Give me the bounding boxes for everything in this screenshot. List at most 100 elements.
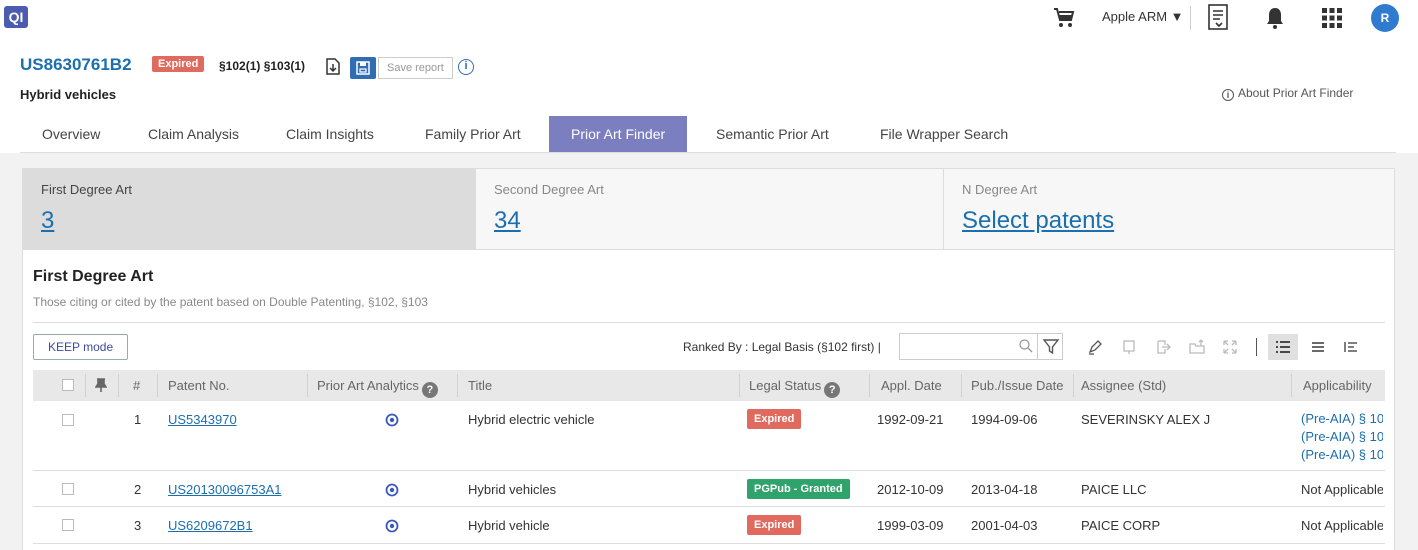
pub-date: 2001-04-03 <box>971 518 1038 533</box>
column-divider <box>739 374 740 397</box>
apps-grid-icon[interactable] <box>1321 7 1343 29</box>
divider <box>33 322 1385 323</box>
col-header-legal-status[interactable]: Legal Status? <box>749 370 841 401</box>
select-all-checkbox[interactable] <box>62 379 74 391</box>
applicability-link[interactable]: (Pre-AIA) § 102 <box>1301 410 1383 428</box>
about-prior-art-finder-link[interactable]: i About Prior Art Finder <box>1222 86 1353 101</box>
floppy-icon <box>356 61 370 75</box>
bell-icon[interactable] <box>1265 6 1285 30</box>
first-degree-count[interactable]: 3 <box>41 207 54 235</box>
table-row[interactable]: 3 US6209672B1 Hybrid vehicle Expired 199… <box>33 507 1385 544</box>
list-view-icon <box>1276 341 1290 353</box>
results-panel: First Degree Art Those citing or cited b… <box>22 250 1395 550</box>
search-icon[interactable] <box>1019 339 1033 353</box>
second-degree-label: Second Degree Art <box>494 182 604 197</box>
legal-status-header-label: Legal Status <box>749 378 822 393</box>
toolbar-divider <box>1256 338 1257 356</box>
save-icon-button[interactable] <box>350 57 376 79</box>
column-divider <box>961 374 962 397</box>
assignee: SEVERINSKY ALEX J <box>1081 412 1211 427</box>
patent-link[interactable]: US20130096753A1 <box>168 482 282 497</box>
expand-icon[interactable] <box>1222 339 1238 355</box>
compact-view-icon[interactable] <box>1310 339 1326 355</box>
patent-link[interactable]: US5343970 <box>168 412 237 427</box>
applicability-link[interactable]: (Pre-AIA) § 102 <box>1301 446 1383 464</box>
keep-mode-button[interactable]: KEEP mode <box>33 334 129 360</box>
info-icon[interactable]: i <box>458 59 474 75</box>
col-header-num: # <box>133 378 141 393</box>
column-divider <box>869 374 870 397</box>
first-degree-card[interactable]: First Degree Art 3 <box>23 169 476 249</box>
pub-date: 1994-09-06 <box>971 412 1038 427</box>
appl-date: 1992-09-21 <box>877 412 944 427</box>
second-degree-count[interactable]: 34 <box>494 207 521 235</box>
tab-claim-insights[interactable]: Claim Insights <box>264 116 396 152</box>
table-row[interactable]: 1 US5343970 Hybrid electric vehicle Expi… <box>33 401 1385 471</box>
col-header-pub-date[interactable]: Pub./Issue Date <box>971 370 1064 401</box>
column-divider <box>118 374 119 397</box>
save-report-button[interactable]: Save report <box>378 57 453 79</box>
column-divider <box>157 374 158 397</box>
analytics-header-label: Prior Art Analytics <box>317 378 419 393</box>
col-header-assignee[interactable]: Assignee (Std) <box>1081 370 1166 401</box>
org-selector[interactable]: Apple ARM ▼ <box>1102 9 1184 24</box>
first-degree-label: First Degree Art <box>41 182 133 197</box>
info-icon: i <box>1222 89 1234 101</box>
legal-sections: §102(1) §103(1) <box>219 59 306 73</box>
patent-title: Hybrid vehicles <box>20 87 117 102</box>
row-checkbox[interactable] <box>62 519 74 531</box>
monitor-icon[interactable] <box>1121 339 1137 355</box>
document-icon[interactable] <box>1207 4 1229 30</box>
cart-icon[interactable] <box>1052 6 1076 30</box>
second-degree-card[interactable]: Second Degree Art 34 <box>476 169 943 249</box>
patent-link[interactable]: US6209672B1 <box>168 518 253 533</box>
patent-number: US8630761B2 <box>20 55 132 74</box>
analytics-icon[interactable] <box>385 483 399 497</box>
n-degree-card[interactable]: N Degree Art Select patents <box>944 169 1394 249</box>
app-logo[interactable]: QI <box>4 6 28 28</box>
legal-status-badge: PGPub - Granted <box>747 479 850 499</box>
col-header-patent-no[interactable]: Patent No. <box>168 370 229 401</box>
ranked-by-label[interactable]: Ranked By : Legal Basis (§102 first) | <box>683 340 881 354</box>
applicability-link[interactable]: (Pre-AIA) § 102 <box>1301 428 1383 446</box>
column-divider <box>85 374 86 397</box>
filter-button[interactable] <box>1037 333 1063 360</box>
tab-claim-analysis[interactable]: Claim Analysis <box>126 116 261 152</box>
appl-date: 1999-03-09 <box>877 518 944 533</box>
analytics-icon[interactable] <box>385 413 399 427</box>
tab-file-wrapper-search[interactable]: File Wrapper Search <box>858 116 1030 152</box>
tab-family-prior-art[interactable]: Family Prior Art <box>403 116 543 152</box>
tab-semantic-prior-art[interactable]: Semantic Prior Art <box>694 116 851 152</box>
section-description: Those citing or cited by the patent base… <box>33 295 428 309</box>
help-icon[interactable]: ? <box>824 382 841 398</box>
detail-view-icon[interactable] <box>1343 339 1359 355</box>
column-divider <box>307 374 308 397</box>
select-patents-link[interactable]: Select patents <box>962 207 1114 235</box>
analytics-icon[interactable] <box>385 519 399 533</box>
about-label: About Prior Art Finder <box>1238 86 1354 100</box>
col-header-analytics[interactable]: Prior Art Analytics? <box>317 370 438 401</box>
assignee: PAICE CORP <box>1081 518 1161 533</box>
col-header-title[interactable]: Title <box>468 370 492 401</box>
col-header-applicability[interactable]: Applicability <box>1303 370 1372 401</box>
list-view-button[interactable] <box>1268 334 1298 360</box>
pin-icon[interactable] <box>95 378 107 392</box>
share-folder-icon[interactable] <box>1189 339 1205 355</box>
assignee: PAICE LLC <box>1081 482 1147 497</box>
tab-bar: Overview Claim Analysis Claim Insights F… <box>20 116 1396 153</box>
row-num: 2 <box>134 482 142 497</box>
table-row[interactable]: 2 US20130096753A1 Hybrid vehicles PGPub … <box>33 471 1385 507</box>
download-icon[interactable] <box>326 58 340 75</box>
highlight-pen-icon[interactable] <box>1087 339 1103 355</box>
col-header-appl-date[interactable]: Appl. Date <box>881 370 942 401</box>
row-checkbox[interactable] <box>62 483 74 495</box>
n-degree-label: N Degree Art <box>962 182 1038 197</box>
user-avatar[interactable]: R <box>1371 4 1399 32</box>
appl-date: 2012-10-09 <box>877 482 944 497</box>
tab-prior-art-finder[interactable]: Prior Art Finder <box>549 116 688 152</box>
tab-overview[interactable]: Overview <box>20 116 122 152</box>
export-icon[interactable] <box>1155 339 1171 355</box>
help-icon[interactable]: ? <box>421 382 438 398</box>
applicability-value: Not Applicable <box>1301 518 1383 533</box>
row-checkbox[interactable] <box>62 414 74 426</box>
